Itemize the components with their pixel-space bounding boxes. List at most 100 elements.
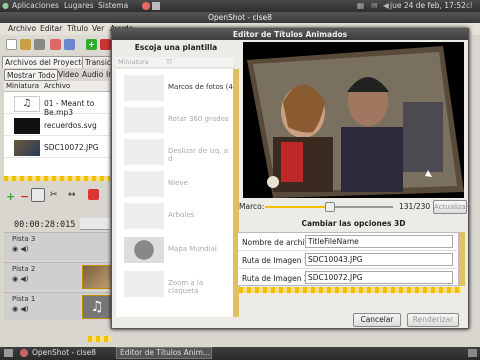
template-thumbnail [124,171,164,197]
timeline-ruler[interactable] [80,218,110,230]
cancel-button[interactable]: Cancelar [353,313,401,327]
timecode-display: 00:00:28:015 [14,220,76,230]
task-openshot[interactable]: OpenShot - clse8 [32,348,96,357]
template-item[interactable]: Deslizar de izq. a d [116,137,233,167]
track-row[interactable]: Pista 1 ◉ ◀) ♫ [4,292,112,320]
column-thumbnail[interactable]: Miniatura [6,82,39,90]
panel-clock[interactable]: jue 24 de feb, 17:52 [390,1,466,10]
menu-ver[interactable]: Ver [92,24,104,33]
razor-tool-icon[interactable]: ✂ [50,190,61,201]
property-input[interactable]: TitleFileName [305,235,453,248]
template-column-title[interactable]: Tí [166,58,172,66]
column-file[interactable]: Archivo [44,82,70,90]
filter-video[interactable]: Video [56,69,81,81]
property-label: Nombre de archivo [242,238,314,247]
file-list-scrollbar[interactable] [4,176,110,181]
project-tabs: Archivos del Proyecto Transicio [2,56,121,68]
remove-file-icon[interactable] [100,39,111,50]
timeline-toolbar: + − ✂ ↔ [0,184,110,206]
property-input[interactable]: SDC10072.JPG [305,271,453,284]
ubuntu-logo-icon[interactable]: ● [2,1,9,10]
main-toolbar: + [0,35,111,55]
filter-tabs: Mostrar Todo Video Audio Im [4,69,116,81]
top-panel: ● Aplicaciones Lugares Sistema ▦ ✉ ◀ jue… [0,0,480,12]
user-menu[interactable]: cl [466,1,472,10]
filter-audio[interactable]: Audio [80,69,105,81]
track-visibility-icon[interactable]: ◉ ◀) [12,245,28,253]
task-title-editor[interactable]: Editor de Títulos Anim... [120,348,210,357]
panel-menu-system[interactable]: Sistema [98,1,128,10]
template-item[interactable]: Arboles [116,201,233,231]
template-label: Nieve [168,179,188,187]
file-row[interactable]: recuerdos.svg [4,116,110,136]
template-label: Mapa Mundial [168,245,217,253]
track-row[interactable]: Pista 3 ◉ ◀) [4,232,110,260]
save-project-icon[interactable] [34,39,45,50]
open-project-icon[interactable] [20,39,31,50]
track-row[interactable]: Pista 2 ◉ ◀) [4,262,112,290]
template-list: Marcos de fotos (4 Rotar 360 grados Desl… [116,69,233,317]
properties-scrollbar[interactable] [459,232,465,286]
undo-icon[interactable] [50,39,61,50]
new-project-icon[interactable] [6,39,17,50]
track-visibility-icon[interactable]: ◉ ◀) [12,275,28,283]
template-column-thumbnail[interactable]: Miniatura [118,58,149,66]
preview-photo [247,46,464,198]
panel-menu-applications[interactable]: Aplicaciones [12,1,59,10]
redo-icon[interactable] [64,39,75,50]
trash-icon[interactable] [468,349,477,357]
property-row: Ruta de Imagen 2 SDC10072.JPG [238,269,460,287]
remove-track-icon[interactable]: − [20,190,31,203]
frame-slider-handle[interactable] [325,202,335,212]
property-row: Ruta de Imagen 1 SDC10043.JPG [238,251,460,269]
audio-file-icon: ♫ [14,96,40,112]
file-list-header: Miniatura Archivo [4,81,110,92]
mail-notify-icon[interactable]: ✉ [371,1,377,10]
menu-editar[interactable]: Editar [40,24,62,33]
select-tool-icon[interactable] [31,188,45,202]
properties-table: Nombre de archivo TitleFileName Ruta de … [237,232,460,287]
property-label: Ruta de Imagen 1 [242,256,309,265]
frame-value: 131/230 [399,202,431,211]
panel-menu-places[interactable]: Lugares [64,1,94,10]
template-item[interactable]: Mapa Mundial [116,235,233,265]
tab-project-files[interactable]: Archivos del Proyecto [2,56,89,68]
volume-icon[interactable]: ◀ [383,1,389,10]
title-editor-dialog: Editor de Títulos Animados Escoja una pl… [111,28,469,329]
render-button[interactable]: Renderizar [407,313,459,327]
image-thumbnail [14,140,40,156]
properties-hscrollbar[interactable] [239,287,461,293]
template-label: Arboles [168,211,195,219]
template-label: Marcos de fotos (4 [168,83,233,91]
file-row[interactable]: SDC10072.JPG [4,138,110,158]
menu-titulo[interactable]: Título [67,24,88,33]
show-desktop-icon[interactable] [4,349,13,357]
update-button[interactable]: Actualizar [433,200,469,214]
snap-tool-icon[interactable] [88,189,99,200]
template-thumbnail [124,107,164,133]
timeline-clip[interactable] [82,265,112,289]
template-item[interactable]: Rotar 360 grados [116,105,233,135]
track-visibility-icon[interactable]: ◉ ◀) [12,305,28,313]
template-item[interactable]: Zoom a la claqueta [116,269,233,299]
template-item[interactable]: Marcos de fotos (4 [116,73,233,103]
filter-show-all[interactable]: Mostrar Todo [4,69,59,81]
file-name: recuerdos.svg [44,121,97,130]
file-name: 01 - Meant to Be.mp3 [44,99,95,117]
bottom-taskbar: OpenShot - clse8 Editor de Títulos Anim.… [0,347,480,360]
title-preview[interactable] [243,42,464,198]
menu-archivo[interactable]: Archivo [8,24,36,33]
template-item[interactable]: Nieve [116,169,233,199]
timeline-scrollbar[interactable] [88,336,112,342]
network-icon[interactable]: ▦ [357,1,364,10]
mail-launcher-icon[interactable] [152,2,160,10]
template-header: Escoja una plantilla [134,43,218,52]
property-label: Ruta de Imagen 2 [242,274,309,283]
file-row[interactable]: ♫ 01 - Meant to Be.mp3 [4,94,110,117]
add-file-icon[interactable]: + [86,39,97,50]
property-input[interactable]: SDC10043.JPG [305,253,453,266]
audio-clip-icon[interactable]: ♫ [82,295,112,319]
add-track-icon[interactable]: + [6,190,17,203]
browser-launcher-icon[interactable] [142,2,150,10]
resize-tool-icon[interactable]: ↔ [68,190,79,201]
